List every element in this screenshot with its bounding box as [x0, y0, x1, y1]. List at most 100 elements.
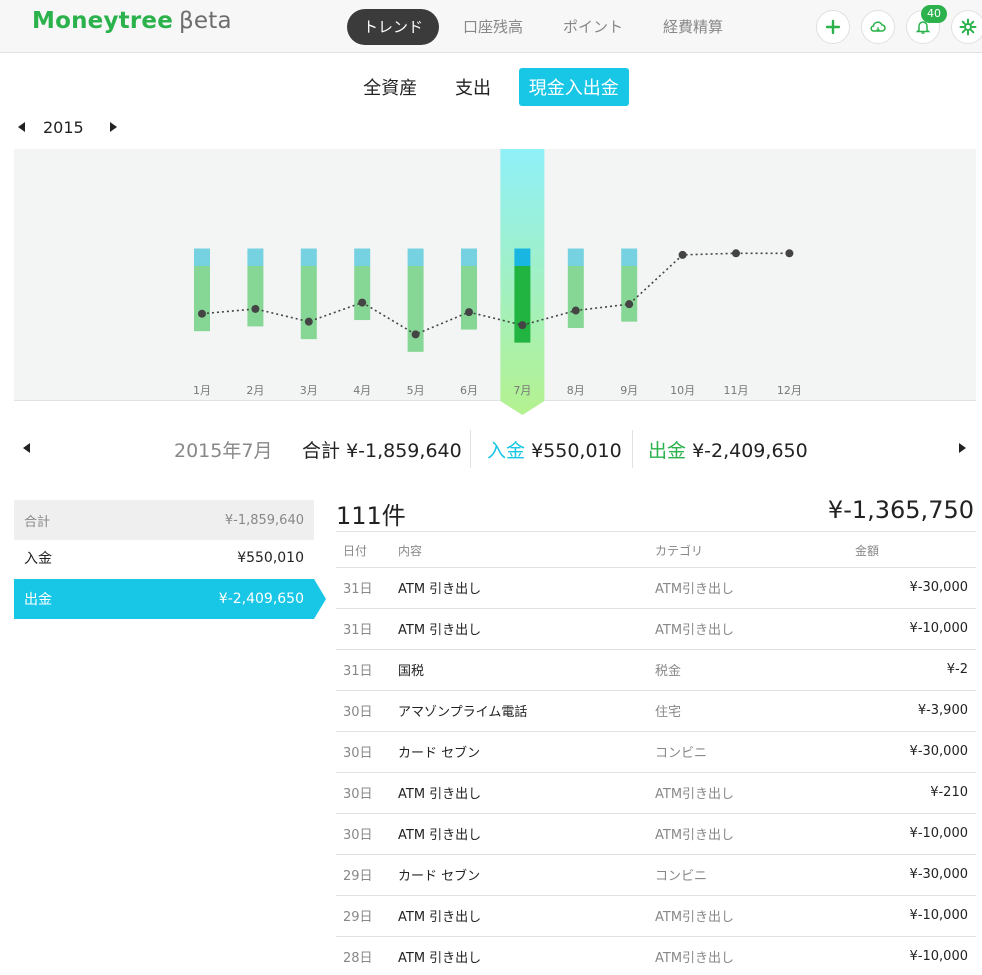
- table-row[interactable]: 30日 ATM 引き出し ATM引き出し ¥-210: [336, 772, 976, 814]
- net-balance-point: [518, 321, 527, 330]
- month-tick-label: 6月: [460, 384, 478, 397]
- app-logo[interactable]: Moneytree βeta: [32, 8, 232, 34]
- month-tick-label: 5月: [407, 384, 425, 397]
- table-row[interactable]: 31日 ATM 引き出し ATM引き出し ¥-30,000: [336, 567, 976, 609]
- month-tick-label: 10月: [670, 384, 695, 397]
- inflow-bar: [514, 248, 531, 266]
- inflow-bar: [461, 248, 477, 266]
- view-subtabs: 全資産 支出 現金入出金: [0, 68, 982, 106]
- row-category[interactable]: ATM引き出し: [655, 567, 855, 609]
- row-category[interactable]: ATM引き出し: [655, 936, 855, 975]
- add-button[interactable]: [816, 10, 850, 44]
- row-amount: ¥-30,000: [855, 731, 976, 773]
- month-summary: 2015年7月 合計 ¥-1,859,640 入金 ¥550,010 出金 ¥-…: [0, 428, 982, 470]
- row-description: アマゾンプライム電話: [398, 690, 655, 732]
- inflow-bar: [407, 248, 424, 266]
- table-row[interactable]: 29日 ATM 引き出し ATM引き出し ¥-10,000: [336, 895, 976, 937]
- row-date: 30日: [336, 772, 398, 814]
- filter-total[interactable]: 合計 ¥-1,859,640: [14, 500, 314, 540]
- year-selector: 2015: [18, 116, 117, 138]
- summary-divider: [470, 430, 471, 468]
- subtab-spending[interactable]: 支出: [445, 68, 501, 106]
- net-balance-point: [465, 308, 473, 317]
- outflow-bar: [567, 266, 584, 329]
- filter-outflow[interactable]: 出金 ¥-2,409,650: [14, 579, 326, 619]
- row-amount: ¥-30,000: [855, 854, 976, 896]
- col-date[interactable]: 日付: [336, 534, 398, 568]
- filter-inflow-label: 入金: [24, 551, 52, 567]
- row-date: 31日: [336, 649, 398, 691]
- col-amount[interactable]: 金額: [855, 534, 976, 568]
- month-tick-label: 3月: [300, 384, 318, 397]
- subtab-all-assets[interactable]: 全資産: [353, 68, 427, 106]
- outflow-bar: [407, 266, 424, 352]
- inflow-bar: [621, 248, 638, 266]
- row-category[interactable]: ATM引き出し: [655, 608, 855, 650]
- row-date: 31日: [336, 567, 398, 609]
- row-description: ATM 引き出し: [398, 813, 655, 855]
- month-tick-label: 12月: [777, 384, 802, 397]
- outflow-bar: [621, 266, 638, 322]
- table-row[interactable]: 31日 国税 税金 ¥-2: [336, 649, 976, 691]
- next-year-arrow-icon[interactable]: [109, 122, 117, 132]
- month-outflow-value: ¥-2,409,650: [692, 440, 808, 462]
- row-category[interactable]: ATM引き出し: [655, 895, 855, 937]
- row-description: ATM 引き出し: [398, 772, 655, 814]
- row-category[interactable]: 住宅: [655, 690, 855, 732]
- row-date: 31日: [336, 608, 398, 650]
- filter-inflow[interactable]: 入金 ¥550,010: [14, 538, 314, 578]
- notification-button[interactable]: 40: [906, 5, 947, 44]
- month-inflow-value: ¥550,010: [531, 440, 622, 462]
- row-category[interactable]: コンビニ: [655, 854, 855, 896]
- row-category[interactable]: ATM引き出し: [655, 772, 855, 814]
- inflow-bar: [567, 248, 584, 266]
- row-category[interactable]: コンビニ: [655, 731, 855, 773]
- transactions-table: 日付 内容 カテゴリ 金額 31日 ATM 引き出し ATM引き出し ¥-30,000…: [336, 534, 976, 975]
- table-row[interactable]: 31日 ATM 引き出し ATM引き出し ¥-10,000: [336, 608, 976, 650]
- net-balance-line: [201, 252, 790, 336]
- row-amount: ¥-10,000: [855, 895, 976, 937]
- col-description[interactable]: 内容: [398, 534, 655, 568]
- table-row[interactable]: 28日 ATM 引き出し ATM引き出し ¥-10,000: [336, 936, 976, 975]
- table-row[interactable]: 30日 アマゾンプライム電話 住宅 ¥-3,900: [336, 690, 976, 732]
- filter-outflow-label: 出金: [24, 592, 52, 608]
- net-balance-point: [785, 249, 794, 258]
- table-row[interactable]: 30日 カード セブン コンビニ ¥-30,000: [336, 731, 976, 773]
- inflow-bar: [247, 248, 264, 266]
- table-row[interactable]: 30日 ATM 引き出し ATM引き出し ¥-10,000: [336, 813, 976, 855]
- month-tick-label: 7月: [513, 384, 531, 397]
- row-date: 28日: [336, 936, 398, 975]
- outflow-bar: [354, 266, 371, 321]
- row-amount: ¥-30,000: [855, 567, 976, 609]
- prev-year-arrow-icon[interactable]: [18, 122, 25, 132]
- row-date: 29日: [336, 854, 398, 896]
- filter-outflow-value: ¥-2,409,650: [218, 591, 304, 607]
- next-month-arrow-icon[interactable]: [959, 443, 966, 453]
- row-description: ATM 引き出し: [398, 895, 655, 937]
- row-date: 30日: [336, 813, 398, 855]
- row-date: 29日: [336, 895, 398, 937]
- tab-account-balance[interactable]: 口座残高: [447, 9, 539, 45]
- row-amount: ¥-2: [855, 649, 976, 691]
- cloud-sync-button[interactable]: [861, 10, 895, 44]
- settings-button[interactable]: [951, 10, 982, 44]
- prev-month-arrow-icon[interactable]: [23, 443, 30, 453]
- subtab-cash-flow[interactable]: 現金入出金: [518, 68, 629, 106]
- tab-expenses[interactable]: 経費精算: [647, 9, 739, 45]
- row-date: 30日: [336, 731, 398, 773]
- notification-badge: 40: [921, 5, 947, 23]
- app-header: Moneytree βeta トレンド 口座残高 ポイント 経費精算 40: [0, 0, 982, 53]
- transaction-total: ¥-1,365,750: [827, 496, 974, 524]
- row-category[interactable]: ATM引き出し: [655, 813, 855, 855]
- row-category[interactable]: 税金: [655, 649, 855, 691]
- tab-trend[interactable]: トレンド: [347, 9, 440, 45]
- month-tick-label: 2月: [246, 384, 264, 397]
- net-balance-point: [251, 304, 260, 313]
- year-label: 2015: [43, 117, 84, 137]
- month-inflow-label: 入金: [487, 440, 526, 462]
- col-category[interactable]: カテゴリ: [655, 534, 855, 568]
- table-row[interactable]: 29日 カード セブン コンビニ ¥-30,000: [336, 854, 976, 896]
- tab-points[interactable]: ポイント: [547, 9, 639, 45]
- month-tick-label: 11月: [724, 384, 749, 397]
- plus-icon: [825, 19, 841, 35]
